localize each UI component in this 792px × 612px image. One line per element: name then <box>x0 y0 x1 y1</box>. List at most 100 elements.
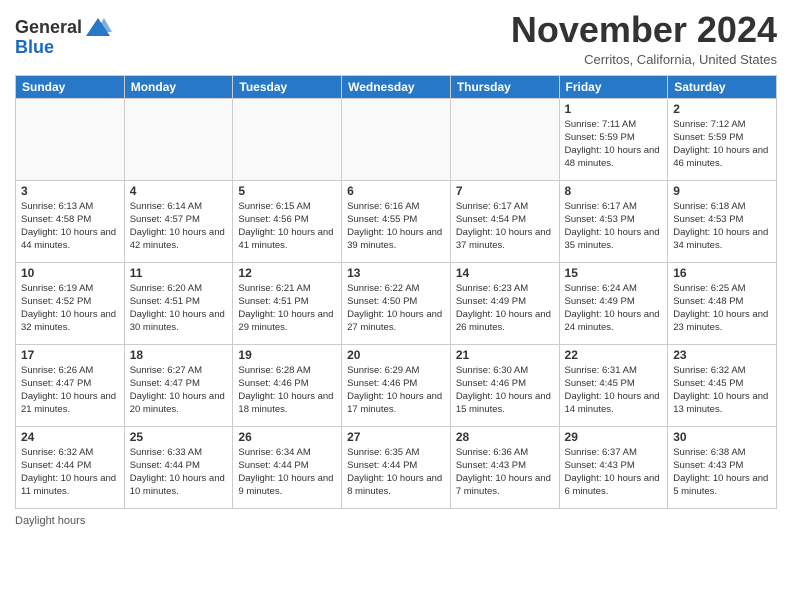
calendar-cell: 4Sunrise: 6:14 AM Sunset: 4:57 PM Daylig… <box>124 180 233 262</box>
day-info: Sunrise: 7:12 AM Sunset: 5:59 PM Dayligh… <box>673 118 771 171</box>
calendar-cell <box>342 98 451 180</box>
calendar-cell <box>16 98 125 180</box>
day-number: 19 <box>238 348 336 362</box>
day-info: Sunrise: 6:21 AM Sunset: 4:51 PM Dayligh… <box>238 282 336 335</box>
day-info: Sunrise: 6:35 AM Sunset: 4:44 PM Dayligh… <box>347 446 445 499</box>
day-number: 16 <box>673 266 771 280</box>
day-header-wednesday: Wednesday <box>342 75 451 98</box>
calendar-week-row: 17 Sunrise: 6:26 AM Sunset: 4:47 PM Dayli… <box>16 344 777 426</box>
day-info: Sunrise: 6:30 AM Sunset: 4:46 PM Dayligh… <box>456 364 554 417</box>
day-number: 10 <box>21 266 119 280</box>
header: General Blue November 2024 Cerritos, Cal… <box>15 10 777 67</box>
day-number: 5 <box>238 184 336 198</box>
calendar-cell: 21 Sunrise: 6:30 AM Sunset: 4:46 PM Dayli… <box>450 344 559 426</box>
page-container: General Blue November 2024 Cerritos, Cal… <box>0 0 792 612</box>
day-number: 2 <box>673 102 771 116</box>
day-info: Sunrise: 6:17 AM Sunset: 4:53 PM Dayligh… <box>565 200 663 253</box>
calendar-week-row: 24 Sunrise: 6:32 AM Sunset: 4:44 PM Dayli… <box>16 426 777 508</box>
calendar-cell: 6Sunrise: 6:16 AM Sunset: 4:55 PM Daylig… <box>342 180 451 262</box>
calendar-cell: 26 Sunrise: 6:34 AM Sunset: 4:44 PM Dayli… <box>233 426 342 508</box>
day-number: 25 <box>130 430 228 444</box>
day-info: Sunrise: 6:32 AM Sunset: 4:44 PM Dayligh… <box>21 446 119 499</box>
day-header-monday: Monday <box>124 75 233 98</box>
calendar-cell: 15 Sunrise: 6:24 AM Sunset: 4:49 PM Dayli… <box>559 262 668 344</box>
calendar-cell: 9 Sunrise: 6:18 AM Sunset: 4:53 PM Daylig… <box>668 180 777 262</box>
day-number: 12 <box>238 266 336 280</box>
day-header-saturday: Saturday <box>668 75 777 98</box>
day-number: 3 <box>21 184 119 198</box>
calendar-cell: 10 Sunrise: 6:19 AM Sunset: 4:52 PM Dayli… <box>16 262 125 344</box>
month-title: November 2024 <box>511 10 777 50</box>
day-info: Sunrise: 6:26 AM Sunset: 4:47 PM Dayligh… <box>21 364 119 417</box>
calendar-cell: 20Sunrise: 6:29 AM Sunset: 4:46 PM Dayli… <box>342 344 451 426</box>
calendar-cell: 7 Sunrise: 6:17 AM Sunset: 4:54 PM Daylig… <box>450 180 559 262</box>
day-info: Sunrise: 6:18 AM Sunset: 4:53 PM Dayligh… <box>673 200 771 253</box>
day-number: 18 <box>130 348 228 362</box>
day-number: 20 <box>347 348 445 362</box>
day-info: Sunrise: 6:15 AM Sunset: 4:56 PM Dayligh… <box>238 200 336 253</box>
day-number: 22 <box>565 348 663 362</box>
day-info: Sunrise: 6:14 AM Sunset: 4:57 PM Dayligh… <box>130 200 228 253</box>
calendar-cell: 24 Sunrise: 6:32 AM Sunset: 4:44 PM Dayli… <box>16 426 125 508</box>
calendar-cell: 2 Sunrise: 7:12 AM Sunset: 5:59 PM Daylig… <box>668 98 777 180</box>
day-number: 23 <box>673 348 771 362</box>
calendar-cell: 17 Sunrise: 6:26 AM Sunset: 4:47 PM Dayli… <box>16 344 125 426</box>
title-block: November 2024 Cerritos, California, Unit… <box>511 10 777 67</box>
day-number: 26 <box>238 430 336 444</box>
day-header-tuesday: Tuesday <box>233 75 342 98</box>
calendar-week-row: 3Sunrise: 6:13 AM Sunset: 4:58 PM Daylig… <box>16 180 777 262</box>
day-number: 30 <box>673 430 771 444</box>
day-info: Sunrise: 6:24 AM Sunset: 4:49 PM Dayligh… <box>565 282 663 335</box>
calendar-cell: 5 Sunrise: 6:15 AM Sunset: 4:56 PM Daylig… <box>233 180 342 262</box>
calendar-week-row: 1 Sunrise: 7:11 AM Sunset: 5:59 PM Daylig… <box>16 98 777 180</box>
day-info: Sunrise: 6:22 AM Sunset: 4:50 PM Dayligh… <box>347 282 445 335</box>
calendar-cell: 11 Sunrise: 6:20 AM Sunset: 4:51 PM Dayli… <box>124 262 233 344</box>
calendar-cell: 3Sunrise: 6:13 AM Sunset: 4:58 PM Daylig… <box>16 180 125 262</box>
day-number: 27 <box>347 430 445 444</box>
day-number: 17 <box>21 348 119 362</box>
day-info: Sunrise: 6:23 AM Sunset: 4:49 PM Dayligh… <box>456 282 554 335</box>
calendar-cell: 27 Sunrise: 6:35 AM Sunset: 4:44 PM Dayli… <box>342 426 451 508</box>
day-number: 24 <box>21 430 119 444</box>
calendar-cell <box>233 98 342 180</box>
day-number: 11 <box>130 266 228 280</box>
day-info: Sunrise: 6:31 AM Sunset: 4:45 PM Dayligh… <box>565 364 663 417</box>
calendar-cell: 8Sunrise: 6:17 AM Sunset: 4:53 PM Daylig… <box>559 180 668 262</box>
calendar-cell: 14Sunrise: 6:23 AM Sunset: 4:49 PM Dayli… <box>450 262 559 344</box>
day-info: Sunrise: 6:25 AM Sunset: 4:48 PM Dayligh… <box>673 282 771 335</box>
calendar-table: SundayMondayTuesdayWednesdayThursdayFrid… <box>15 75 777 509</box>
day-number: 29 <box>565 430 663 444</box>
footer: Daylight hours <box>15 515 777 527</box>
calendar-cell: 19Sunrise: 6:28 AM Sunset: 4:46 PM Dayli… <box>233 344 342 426</box>
day-info: Sunrise: 6:20 AM Sunset: 4:51 PM Dayligh… <box>130 282 228 335</box>
day-info: Sunrise: 6:17 AM Sunset: 4:54 PM Dayligh… <box>456 200 554 253</box>
logo: General Blue <box>15 14 112 58</box>
calendar-cell: 29Sunrise: 6:37 AM Sunset: 4:43 PM Dayli… <box>559 426 668 508</box>
day-number: 15 <box>565 266 663 280</box>
calendar-cell: 23Sunrise: 6:32 AM Sunset: 4:45 PM Dayli… <box>668 344 777 426</box>
day-header-sunday: Sunday <box>16 75 125 98</box>
logo-icon <box>84 14 112 42</box>
calendar-cell: 22 Sunrise: 6:31 AM Sunset: 4:45 PM Dayli… <box>559 344 668 426</box>
day-number: 9 <box>673 184 771 198</box>
day-info: Sunrise: 6:27 AM Sunset: 4:47 PM Dayligh… <box>130 364 228 417</box>
calendar-header-row: SundayMondayTuesdayWednesdayThursdayFrid… <box>16 75 777 98</box>
calendar-week-row: 10 Sunrise: 6:19 AM Sunset: 4:52 PM Dayli… <box>16 262 777 344</box>
calendar-cell: 28Sunrise: 6:36 AM Sunset: 4:43 PM Dayli… <box>450 426 559 508</box>
daylight-label: Daylight hours <box>15 515 85 527</box>
day-header-friday: Friday <box>559 75 668 98</box>
logo-text-block: General Blue <box>15 14 112 58</box>
calendar-cell <box>450 98 559 180</box>
day-info: Sunrise: 6:19 AM Sunset: 4:52 PM Dayligh… <box>21 282 119 335</box>
day-number: 7 <box>456 184 554 198</box>
location: Cerritos, California, United States <box>511 52 777 67</box>
day-info: Sunrise: 6:36 AM Sunset: 4:43 PM Dayligh… <box>456 446 554 499</box>
calendar-cell: 18 Sunrise: 6:27 AM Sunset: 4:47 PM Dayli… <box>124 344 233 426</box>
day-number: 1 <box>565 102 663 116</box>
calendar-cell: 12 Sunrise: 6:21 AM Sunset: 4:51 PM Dayli… <box>233 262 342 344</box>
calendar-cell <box>124 98 233 180</box>
day-info: Sunrise: 6:34 AM Sunset: 4:44 PM Dayligh… <box>238 446 336 499</box>
day-number: 21 <box>456 348 554 362</box>
day-info: Sunrise: 7:11 AM Sunset: 5:59 PM Dayligh… <box>565 118 663 171</box>
day-number: 6 <box>347 184 445 198</box>
